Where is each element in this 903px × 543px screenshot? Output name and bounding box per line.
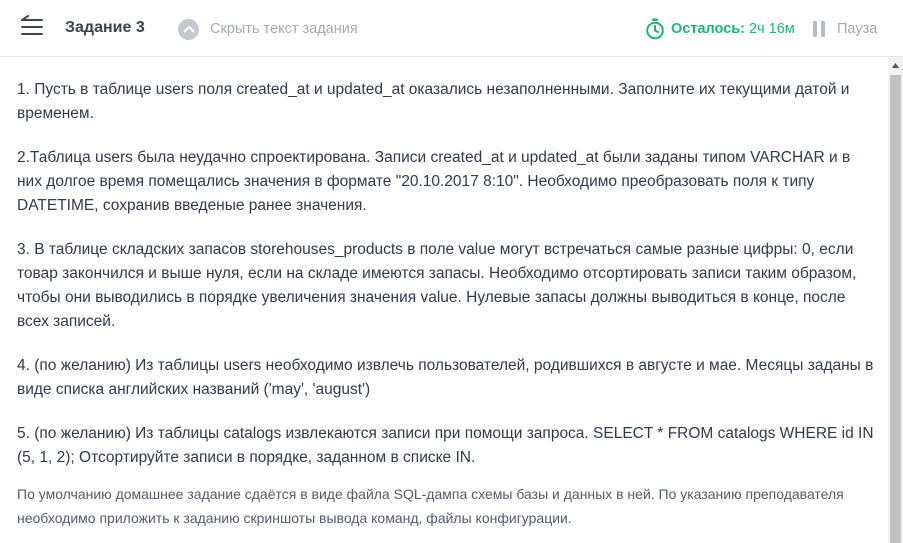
task-text: 1. Пусть в таблице users поля created_at…	[0, 57, 888, 543]
pause-label: Пауза	[837, 21, 878, 37]
task-item-2: 2.Таблица users была неудачно спроектиро…	[17, 149, 851, 214]
time-remaining-label: Осталось:	[671, 21, 746, 37]
vertical-scrollbar[interactable]	[888, 57, 903, 543]
time-remaining: Осталось: 2ч 16м	[645, 17, 795, 41]
scroll-up-button[interactable]	[888, 57, 903, 74]
pause-button[interactable]: Пауза	[813, 17, 877, 41]
task-header: Задание 3 Скрыть текст задания Осталось:…	[0, 0, 903, 57]
hide-task-text-button[interactable]: Скрыть текст задания	[178, 17, 358, 41]
task-item-5: 5. (по желанию) Из таблицы catalogs извл…	[17, 425, 874, 466]
time-remaining-value: 2ч 16м	[749, 21, 795, 37]
scroll-up-arrow-icon	[892, 63, 899, 68]
task-item-1: 1. Пусть в таблице users поля created_at…	[17, 81, 850, 122]
task-item-4: 4. (по желанию) Из таблицы users необход…	[17, 357, 874, 398]
task-window: Задание 3 Скрыть текст задания Осталось:…	[0, 0, 903, 543]
pause-icon	[813, 21, 827, 37]
stopwatch-icon	[646, 18, 664, 40]
task-item-3: 3. В таблице складских запасов storehous…	[17, 241, 857, 330]
task-title: Задание 3	[65, 19, 145, 36]
menu-back-icon	[21, 15, 43, 35]
submission-note: По умолчанию домашнее задание сдаётся в …	[17, 486, 844, 526]
hide-task-text-label: Скрыть текст задания	[210, 21, 358, 37]
chevron-up-icon	[178, 18, 199, 40]
scrollbar-thumb[interactable]	[890, 75, 901, 543]
menu-back-button[interactable]	[18, 15, 48, 43]
